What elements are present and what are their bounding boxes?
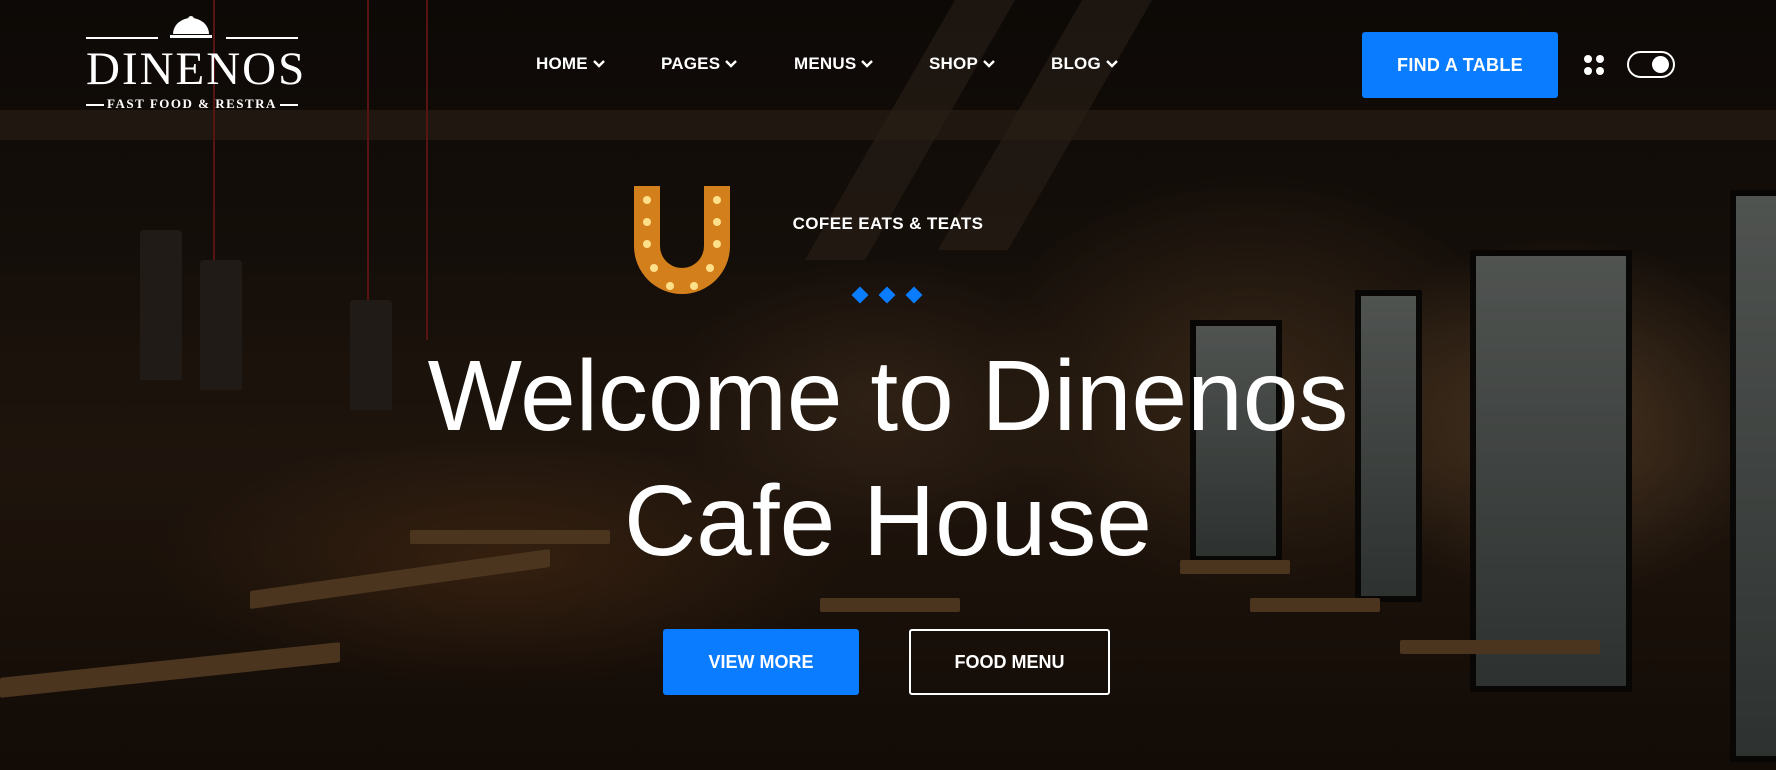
theme-toggle-switch[interactable]	[1627, 51, 1675, 78]
nav-item-blog[interactable]: BLOG	[1051, 54, 1119, 74]
hero-title: Welcome to Dinenos Cafe House	[0, 334, 1776, 584]
diamond-divider-icon	[850, 286, 930, 305]
logo-tagline: FAST FOOD & RESTRA	[107, 96, 277, 111]
chevron-down-icon	[861, 60, 874, 68]
logo-brand-name: DINENOS	[86, 43, 307, 95]
nav-item-label: BLOG	[1051, 54, 1101, 73]
nav-item-label: SHOP	[929, 54, 978, 73]
grid-dots-icon[interactable]	[1584, 55, 1604, 75]
nav-item-pages[interactable]: PAGES	[661, 54, 738, 74]
hero-title-line1: Welcome to Dinenos	[427, 340, 1349, 452]
chevron-down-icon	[592, 60, 605, 68]
tagline-rule-right	[280, 104, 298, 106]
logo-rule-right	[226, 37, 298, 39]
nav-item-label: MENUS	[794, 54, 857, 73]
nav-item-shop[interactable]: SHOP	[929, 54, 996, 74]
cloche-icon	[170, 16, 212, 38]
nav-item-menus[interactable]: MENUS	[794, 54, 874, 74]
chevron-down-icon	[725, 60, 738, 68]
food-menu-button[interactable]: FOOD MENU	[909, 629, 1110, 695]
toggle-knob	[1652, 56, 1669, 73]
horseshoe-marquee-sign	[634, 186, 730, 294]
nav-item-home[interactable]: HOME	[536, 54, 606, 74]
chevron-down-icon	[1106, 60, 1118, 68]
nav-item-label: PAGES	[661, 54, 721, 73]
find-a-table-button[interactable]: FIND A TABLE	[1362, 32, 1558, 98]
hero-title-line2: Cafe House	[623, 465, 1153, 577]
chevron-down-icon	[983, 60, 995, 68]
site-logo[interactable]: DINENOS FAST FOOD & RESTRA	[86, 16, 307, 111]
hero-eyebrow: COFEE EATS & TEATS	[792, 214, 984, 233]
nav-item-label: HOME	[536, 54, 588, 73]
logo-rule-left	[86, 37, 158, 39]
view-more-button[interactable]: VIEW MORE	[663, 629, 859, 695]
